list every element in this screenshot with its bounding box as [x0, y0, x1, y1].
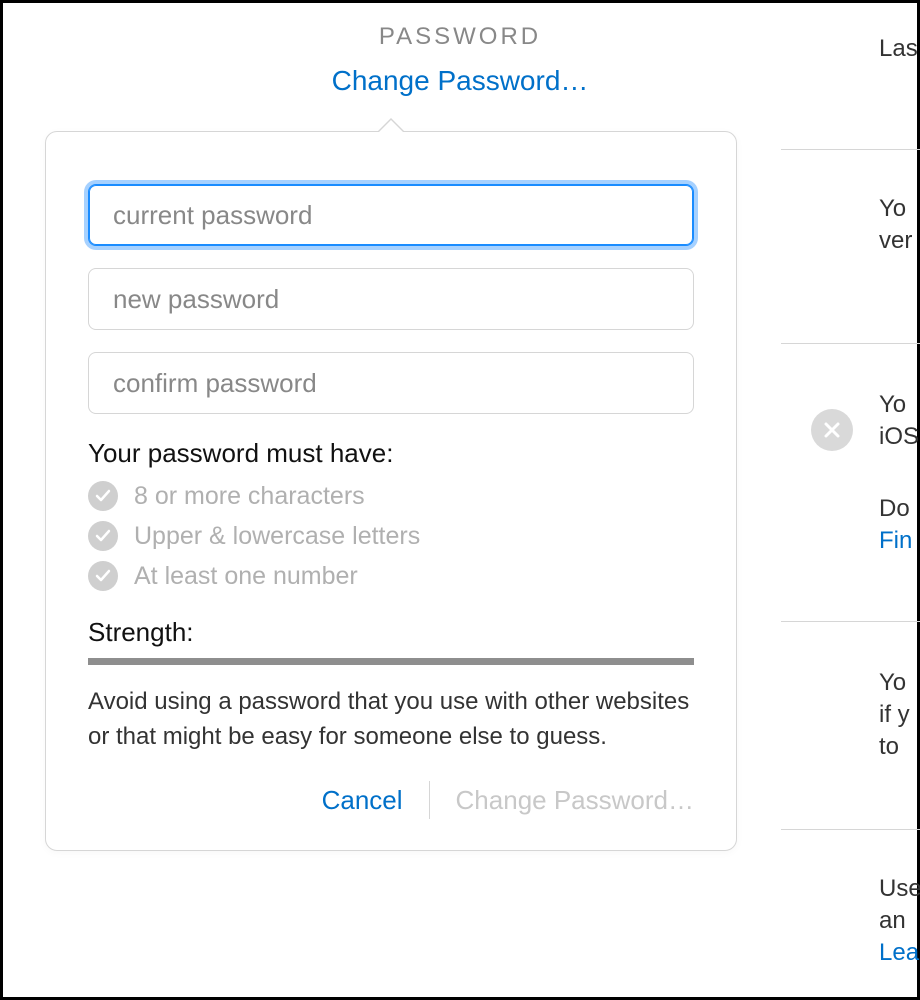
requirements-title: Your password must have: — [88, 438, 694, 469]
check-icon — [88, 481, 118, 511]
right-column: Las Yo ver Yo iOS Do Fin Yo if y to Use … — [879, 3, 920, 997]
right-text: Yo — [879, 389, 906, 421]
section-divider — [781, 621, 920, 622]
new-password-input[interactable] — [88, 268, 694, 330]
popover-actions: Cancel Change Password… — [88, 781, 694, 820]
section-title: PASSWORD — [3, 23, 917, 51]
right-text: Las — [879, 33, 918, 65]
change-password-button[interactable]: Change Password… — [436, 781, 694, 820]
change-password-popover: Your password must have: 8 or more chara… — [45, 131, 737, 851]
requirement-item: 8 or more characters — [88, 481, 694, 511]
change-password-link[interactable]: Change Password… — [332, 65, 589, 97]
close-icon[interactable] — [811, 409, 853, 451]
right-text: Yo — [879, 193, 906, 225]
right-link[interactable]: Fin — [879, 525, 912, 557]
right-text: Use — [879, 873, 920, 905]
right-text: iOS — [879, 421, 919, 453]
right-text: Do — [879, 493, 910, 525]
check-icon — [88, 521, 118, 551]
current-password-input[interactable] — [88, 184, 694, 246]
action-divider — [429, 781, 430, 819]
requirement-label: 8 or more characters — [134, 482, 365, 511]
section-divider — [781, 829, 920, 830]
requirement-item: Upper & lowercase letters — [88, 521, 694, 551]
strength-meter — [88, 658, 694, 665]
requirement-item: At least one number — [88, 561, 694, 591]
confirm-password-input[interactable] — [88, 352, 694, 414]
requirement-label: At least one number — [134, 562, 358, 591]
check-icon — [88, 561, 118, 591]
right-text: Yo — [879, 667, 906, 699]
right-text: to — [879, 731, 899, 763]
right-text: ver — [879, 225, 912, 257]
cancel-button[interactable]: Cancel — [302, 781, 423, 820]
section-divider — [781, 343, 920, 344]
right-text: if y — [879, 699, 910, 731]
password-hint: Avoid using a password that you use with… — [88, 685, 694, 755]
right-link[interactable]: Lea — [879, 937, 919, 969]
section-divider — [781, 149, 920, 150]
password-header: PASSWORD Change Password… — [3, 3, 917, 97]
right-text: an — [879, 905, 906, 937]
requirement-label: Upper & lowercase letters — [134, 522, 420, 551]
strength-label: Strength: — [88, 617, 694, 648]
requirements-list: 8 or more characters Upper & lowercase l… — [88, 481, 694, 591]
